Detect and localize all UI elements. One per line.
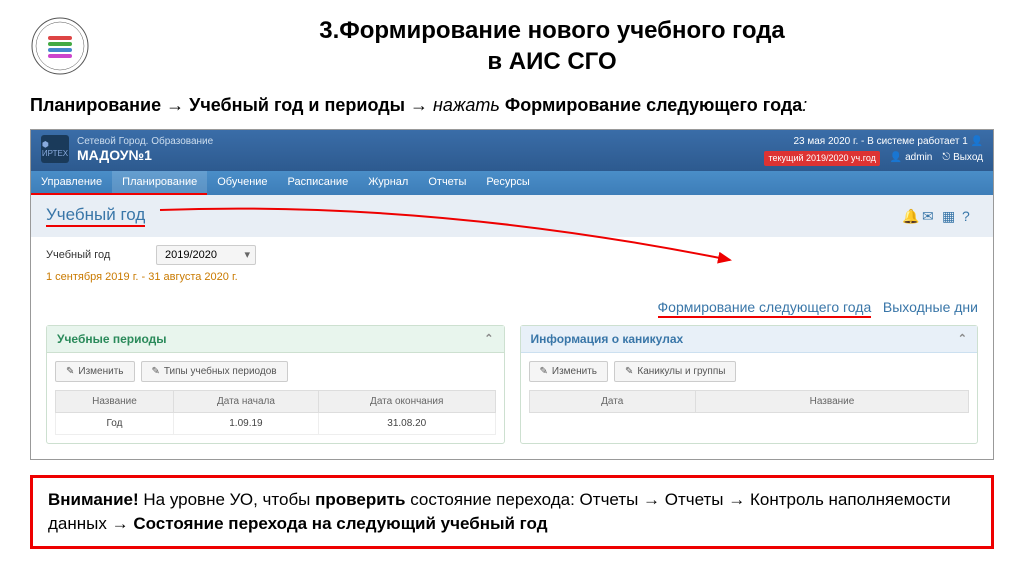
form-next-year-link[interactable]: Формирование следующего года xyxy=(658,299,872,318)
year-badge: текущий 2019/2020 уч.год xyxy=(764,151,879,166)
col-end: Дата окончания xyxy=(318,390,495,412)
collapse-icon[interactable]: ⌃ xyxy=(958,332,967,345)
app-screenshot: ⬢ИРТЕХ Сетевой Город. Образование МАДОУ№… xyxy=(30,129,994,460)
col-name: Название xyxy=(56,390,174,412)
collapse-icon[interactable]: ⌃ xyxy=(484,332,493,345)
panel-title: Информация о каникулах xyxy=(531,332,684,346)
holidays-groups-button[interactable]: Каникулы и группы xyxy=(614,361,736,382)
menu-planning[interactable]: Планирование xyxy=(112,171,207,195)
study-periods-panel: Учебные периоды ⌃ Изменить Типы учебных … xyxy=(46,325,505,444)
slide-header: 3.Формирование нового учебного года в АИ… xyxy=(0,0,1024,87)
notify-icon[interactable]: 🔔 xyxy=(902,208,918,224)
panel-title: Учебные периоды xyxy=(57,332,167,346)
edit-button[interactable]: Изменить xyxy=(529,361,609,382)
col-start: Дата начала xyxy=(173,390,318,412)
weekends-link[interactable]: Выходные дни xyxy=(883,299,978,315)
warning-box: Внимание! На уровне УО, чтобы проверить … xyxy=(30,475,994,549)
mail-icon[interactable]: ✉ xyxy=(922,208,938,224)
col-date: Дата xyxy=(529,390,695,412)
page-header: Учебный год 🔔 ✉ ▦ ? xyxy=(31,195,993,237)
app-topbar: ⬢ИРТЕХ Сетевой Город. Образование МАДОУ№… xyxy=(31,130,993,171)
year-field-label: Учебный год xyxy=(46,249,136,261)
help-icon[interactable]: ? xyxy=(962,208,978,224)
edit-button[interactable]: Изменить xyxy=(55,361,135,382)
instruction-text: Планирование → Учебный год и периоды → н… xyxy=(0,87,1024,124)
periods-table: Название Дата начала Дата окончания Год … xyxy=(55,390,496,435)
main-menu: Управление Планирование Обучение Расписа… xyxy=(31,171,993,195)
board-icon[interactable]: ▦ xyxy=(942,208,958,224)
org-name: МАДОУ№1 xyxy=(77,147,213,163)
period-types-button[interactable]: Типы учебных периодов xyxy=(141,361,288,382)
title-line2: в АИС СГО xyxy=(487,48,616,75)
holidays-table: Дата Название xyxy=(529,390,970,413)
date-status: 23 мая 2020 г. - В системе работает 1 xyxy=(793,136,967,147)
institute-logo-icon xyxy=(30,16,90,76)
page-title: Учебный год xyxy=(46,205,145,227)
table-row: Год 1.09.19 31.08.20 xyxy=(56,412,496,434)
menu-education[interactable]: Обучение xyxy=(207,171,277,195)
col-name: Название xyxy=(695,390,968,412)
page-actions: Формирование следующего года Выходные дн… xyxy=(31,291,993,325)
menu-management[interactable]: Управление xyxy=(31,171,112,195)
menu-schedule[interactable]: Расписание xyxy=(278,171,359,195)
date-range-text: 1 сентября 2019 г. - 31 августа 2020 г. xyxy=(46,271,978,283)
year-select[interactable]: 2019/2020 xyxy=(156,245,256,265)
system-label: Сетевой Город. Образование xyxy=(77,136,213,147)
user-count-icon: 👤 xyxy=(971,136,983,147)
holidays-panel: Информация о каникулах ⌃ Изменить Канику… xyxy=(520,325,979,444)
exit-link[interactable]: ⎋ Выход xyxy=(942,151,983,166)
content-area: Учебный год 2019/2020 1 сентября 2019 г.… xyxy=(31,237,993,291)
menu-resources[interactable]: Ресурсы xyxy=(476,171,539,195)
menu-reports[interactable]: Отчеты xyxy=(418,171,476,195)
irtex-logo-icon: ⬢ИРТЕХ xyxy=(41,135,69,163)
title-line1: 3.Формирование нового учебного года xyxy=(319,17,785,44)
slide-title: 3.Формирование нового учебного года в АИ… xyxy=(110,15,994,77)
user-link[interactable]: 👤 admin xyxy=(890,151,932,166)
menu-journal[interactable]: Журнал xyxy=(358,171,418,195)
